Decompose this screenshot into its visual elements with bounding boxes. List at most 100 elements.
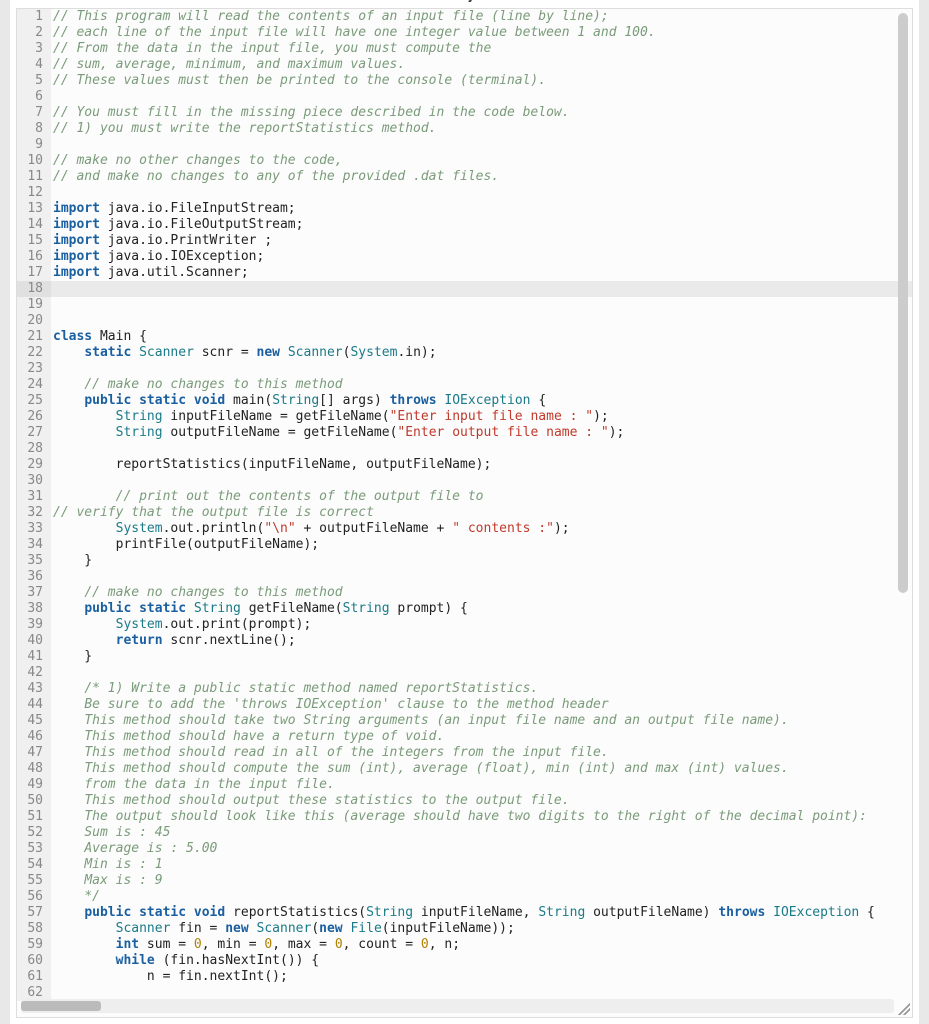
code-content[interactable]: import java.util.Scanner; <box>51 265 912 281</box>
code-content[interactable]: // print out the contents of the output … <box>51 489 912 505</box>
code-line[interactable]: 50 This method should output these stati… <box>17 793 912 809</box>
code-content[interactable]: // sum, average, minimum, and maximum va… <box>51 57 912 73</box>
code-content[interactable]: This method should compute the sum (int)… <box>51 761 912 777</box>
code-line[interactable]: 47 This method should read in all of the… <box>17 745 912 761</box>
code-content[interactable]: import java.io.PrintWriter ; <box>51 233 912 249</box>
code-content[interactable]: reportStatistics(inputFileName, outputFi… <box>51 457 912 473</box>
code-content[interactable]: public static void reportStatistics(Stri… <box>51 905 912 921</box>
code-line[interactable]: 9 <box>17 137 912 153</box>
code-content[interactable]: // These values must then be printed to … <box>51 73 912 89</box>
code-content[interactable]: Sum is : 45 <box>51 825 912 841</box>
code-editor[interactable]: 1// This program will read the contents … <box>17 9 912 1017</box>
code-line[interactable]: 34 printFile(outputFileName); <box>17 537 912 553</box>
code-content[interactable]: from the data in the input file. <box>51 777 912 793</box>
code-line[interactable]: 55 Max is : 9 <box>17 873 912 889</box>
code-line[interactable]: 7// You must fill in the missing piece d… <box>17 105 912 121</box>
code-content[interactable]: System.out.print(prompt); <box>51 617 912 633</box>
code-line[interactable]: 37 // make no changes to this method <box>17 585 912 601</box>
code-line[interactable]: 51 The output should look like this (ave… <box>17 809 912 825</box>
code-content[interactable]: This method should have a return type of… <box>51 729 912 745</box>
code-content[interactable]: while (fin.hasNextInt()) { <box>51 953 912 969</box>
code-line[interactable]: 33 System.out.println("\n" + outputFileN… <box>17 521 912 537</box>
code-content[interactable]: // From the data in the input file, you … <box>51 41 912 57</box>
code-line[interactable]: 4// sum, average, minimum, and maximum v… <box>17 57 912 73</box>
code-content[interactable]: n = fin.nextInt(); <box>51 969 912 985</box>
code-line[interactable]: 39 System.out.print(prompt); <box>17 617 912 633</box>
code-content[interactable]: This method should take two String argum… <box>51 713 912 729</box>
code-line[interactable]: 26 String inputFileName = getFileName("E… <box>17 409 912 425</box>
code-line[interactable]: 59 int sum = 0, min = 0, max = 0, count … <box>17 937 912 953</box>
code-line[interactable]: 57 public static void reportStatistics(S… <box>17 905 912 921</box>
code-line[interactable]: 48 This method should compute the sum (i… <box>17 761 912 777</box>
code-line[interactable]: 18 <box>17 281 912 297</box>
code-line[interactable]: 49 from the data in the input file. <box>17 777 912 793</box>
code-line[interactable]: 40 return scnr.nextLine(); <box>17 633 912 649</box>
code-content[interactable]: // You must fill in the missing piece de… <box>51 105 912 121</box>
code-content[interactable] <box>51 361 912 377</box>
code-line[interactable]: 5// These values must then be printed to… <box>17 73 912 89</box>
code-line[interactable]: 10// make no other changes to the code, <box>17 153 912 169</box>
code-content[interactable] <box>51 281 912 297</box>
code-line[interactable]: 13import java.io.FileInputStream; <box>17 201 912 217</box>
code-content[interactable]: public static String getFileName(String … <box>51 601 912 617</box>
code-content[interactable]: /* 1) Write a public static method named… <box>51 681 912 697</box>
vertical-scrollbar[interactable] <box>898 13 908 999</box>
code-content[interactable]: This method should output these statisti… <box>51 793 912 809</box>
code-line[interactable]: 43 /* 1) Write a public static method na… <box>17 681 912 697</box>
code-line[interactable]: 17import java.util.Scanner; <box>17 265 912 281</box>
code-line[interactable]: 44 Be sure to add the 'throws IOExceptio… <box>17 697 912 713</box>
code-content[interactable]: Average is : 5.00 <box>51 841 912 857</box>
code-line[interactable]: 23 <box>17 361 912 377</box>
code-line[interactable]: 36 <box>17 569 912 585</box>
code-content[interactable]: int sum = 0, min = 0, max = 0, count = 0… <box>51 937 912 953</box>
code-line[interactable]: 53 Average is : 5.00 <box>17 841 912 857</box>
code-line[interactable]: 1// This program will read the contents … <box>17 9 912 25</box>
code-content[interactable]: // make no other changes to the code, <box>51 153 912 169</box>
horizontal-scrollbar[interactable] <box>21 999 894 1013</box>
code-line[interactable]: 54 Min is : 1 <box>17 857 912 873</box>
code-line[interactable]: 22 static Scanner scnr = new Scanner(Sys… <box>17 345 912 361</box>
code-content[interactable] <box>51 185 912 201</box>
code-content[interactable]: public static void main(String[] args) t… <box>51 393 912 409</box>
code-content[interactable] <box>51 569 912 585</box>
code-content[interactable] <box>51 297 912 313</box>
code-content[interactable]: Min is : 1 <box>51 857 912 873</box>
code-line[interactable]: 58 Scanner fin = new Scanner(new File(in… <box>17 921 912 937</box>
code-line[interactable]: 30 <box>17 473 912 489</box>
code-content[interactable] <box>51 137 912 153</box>
code-content[interactable]: import java.io.IOException; <box>51 249 912 265</box>
code-line[interactable]: 32// verify that the output file is corr… <box>17 505 912 521</box>
code-content[interactable]: // make no changes to this method <box>51 377 912 393</box>
resize-handle[interactable] <box>898 1003 910 1015</box>
horizontal-scrollbar-thumb[interactable] <box>21 1001 101 1011</box>
code-line[interactable]: 28 <box>17 441 912 457</box>
code-line[interactable]: 8// 1) you must write the reportStatisti… <box>17 121 912 137</box>
vertical-scrollbar-thumb[interactable] <box>898 13 908 593</box>
code-line[interactable]: 42 <box>17 665 912 681</box>
code-content[interactable]: static Scanner scnr = new Scanner(System… <box>51 345 912 361</box>
code-line[interactable]: 45 This method should take two String ar… <box>17 713 912 729</box>
code-content[interactable] <box>51 441 912 457</box>
code-line[interactable]: 31 // print out the contents of the outp… <box>17 489 912 505</box>
code-content[interactable]: // each line of the input file will have… <box>51 25 912 41</box>
code-content[interactable] <box>51 473 912 489</box>
code-line[interactable]: 11// and make no changes to any of the p… <box>17 169 912 185</box>
code-content[interactable]: String inputFileName = getFileName("Ente… <box>51 409 912 425</box>
code-content[interactable]: } <box>51 649 912 665</box>
code-content[interactable]: // and make no changes to any of the pro… <box>51 169 912 185</box>
code-line[interactable]: 2// each line of the input file will hav… <box>17 25 912 41</box>
code-content[interactable]: // make no changes to this method <box>51 585 912 601</box>
code-line[interactable]: 20 <box>17 313 912 329</box>
code-line[interactable]: 38 public static String getFileName(Stri… <box>17 601 912 617</box>
code-content[interactable]: This method should read in all of the in… <box>51 745 912 761</box>
code-content[interactable]: String outputFileName = getFileName("Ent… <box>51 425 912 441</box>
code-line[interactable]: 29 reportStatistics(inputFileName, outpu… <box>17 457 912 473</box>
code-line[interactable]: 56 */ <box>17 889 912 905</box>
code-content[interactable]: printFile(outputFileName); <box>51 537 912 553</box>
code-line[interactable]: 16import java.io.IOException; <box>17 249 912 265</box>
code-content[interactable]: The output should look like this (averag… <box>51 809 912 825</box>
code-content[interactable] <box>51 313 912 329</box>
code-line[interactable]: 14import java.io.FileOutputStream; <box>17 217 912 233</box>
code-content[interactable]: Be sure to add the 'throws IOException' … <box>51 697 912 713</box>
code-content[interactable]: import java.io.FileOutputStream; <box>51 217 912 233</box>
